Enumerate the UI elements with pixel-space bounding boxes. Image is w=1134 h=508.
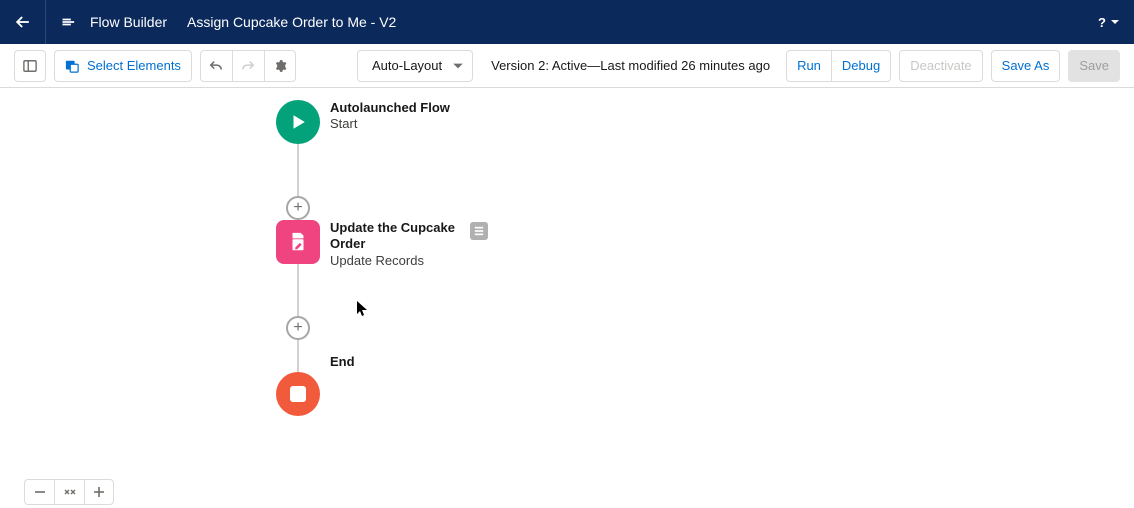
layout-dropdown[interactable]: Auto-Layout	[357, 50, 473, 82]
mouse-cursor-icon	[357, 301, 369, 317]
redo-icon	[241, 59, 255, 73]
deactivate-button[interactable]: Deactivate	[899, 50, 982, 82]
update-node-title: Update the Cupcake Order	[330, 220, 470, 253]
list-icon	[474, 226, 484, 236]
app-name-label: Flow Builder	[90, 14, 167, 30]
connector	[297, 340, 299, 372]
help-icon: ?	[1098, 15, 1106, 30]
chevron-down-icon	[452, 60, 464, 72]
builder-toolbar: Select Elements Auto-Layout Version 2: A…	[0, 44, 1134, 88]
edit-record-icon	[287, 231, 309, 253]
select-elements-icon	[65, 59, 79, 73]
app-brand: Flow Builder	[46, 0, 181, 44]
help-menu[interactable]: ?	[1098, 15, 1120, 30]
start-node[interactable]: Autolaunched Flow Start	[276, 100, 320, 144]
save-as-button[interactable]: Save As	[991, 50, 1061, 82]
chevron-down-icon	[1110, 17, 1120, 27]
save-button: Save	[1068, 50, 1120, 82]
stop-icon	[290, 386, 306, 402]
debug-button[interactable]: Debug	[831, 50, 891, 82]
run-button[interactable]: Run	[786, 50, 831, 82]
arrow-left-icon	[13, 12, 33, 32]
add-element-button[interactable]: +	[286, 316, 310, 340]
plus-icon	[93, 486, 105, 498]
connector: +	[297, 144, 299, 208]
flow-column: Autolaunched Flow Start + Update the Cup…	[276, 100, 320, 416]
update-records-shape	[276, 220, 320, 264]
select-elements-label: Select Elements	[87, 58, 181, 73]
undo-button[interactable]	[200, 50, 232, 82]
settings-button[interactable]	[264, 50, 296, 82]
undo-icon	[209, 59, 223, 73]
start-node-shape	[276, 100, 320, 144]
flow-canvas[interactable]: Autolaunched Flow Start + Update the Cup…	[0, 88, 1134, 508]
panel-toggle-button[interactable]	[14, 50, 46, 82]
flow-title: Assign Cupcake Order to Me - V2	[181, 14, 396, 30]
flow-builder-icon	[60, 12, 80, 32]
start-node-title: Autolaunched Flow	[330, 100, 530, 116]
layout-label: Auto-Layout	[372, 58, 442, 73]
select-elements-button[interactable]: Select Elements	[54, 50, 192, 82]
end-node[interactable]: End	[276, 372, 320, 416]
back-button[interactable]	[0, 0, 46, 44]
version-status: Version 2: Active—Last modified 26 minut…	[491, 58, 770, 73]
zoom-out-button[interactable]	[24, 479, 54, 505]
app-header: Flow Builder Assign Cupcake Order to Me …	[0, 0, 1134, 44]
update-records-node[interactable]: Update the Cupcake Order Update Records	[276, 220, 320, 264]
zoom-fit-button[interactable]	[54, 479, 84, 505]
update-node-subtitle: Update Records	[330, 253, 470, 268]
play-icon	[289, 113, 307, 131]
panel-icon	[23, 59, 37, 73]
start-node-subtitle: Start	[330, 116, 530, 131]
fit-icon	[64, 486, 76, 498]
redo-button	[232, 50, 264, 82]
end-node-shape	[276, 372, 320, 416]
node-menu-button[interactable]	[470, 222, 488, 240]
connector: +	[297, 264, 299, 328]
zoom-control	[24, 479, 114, 505]
gear-icon	[273, 59, 287, 73]
zoom-in-button[interactable]	[84, 479, 114, 505]
minus-icon	[34, 486, 46, 498]
end-node-title: End	[330, 354, 530, 370]
add-element-button[interactable]: +	[286, 196, 310, 220]
run-debug-group: Run Debug	[786, 50, 891, 82]
history-group	[200, 50, 296, 82]
